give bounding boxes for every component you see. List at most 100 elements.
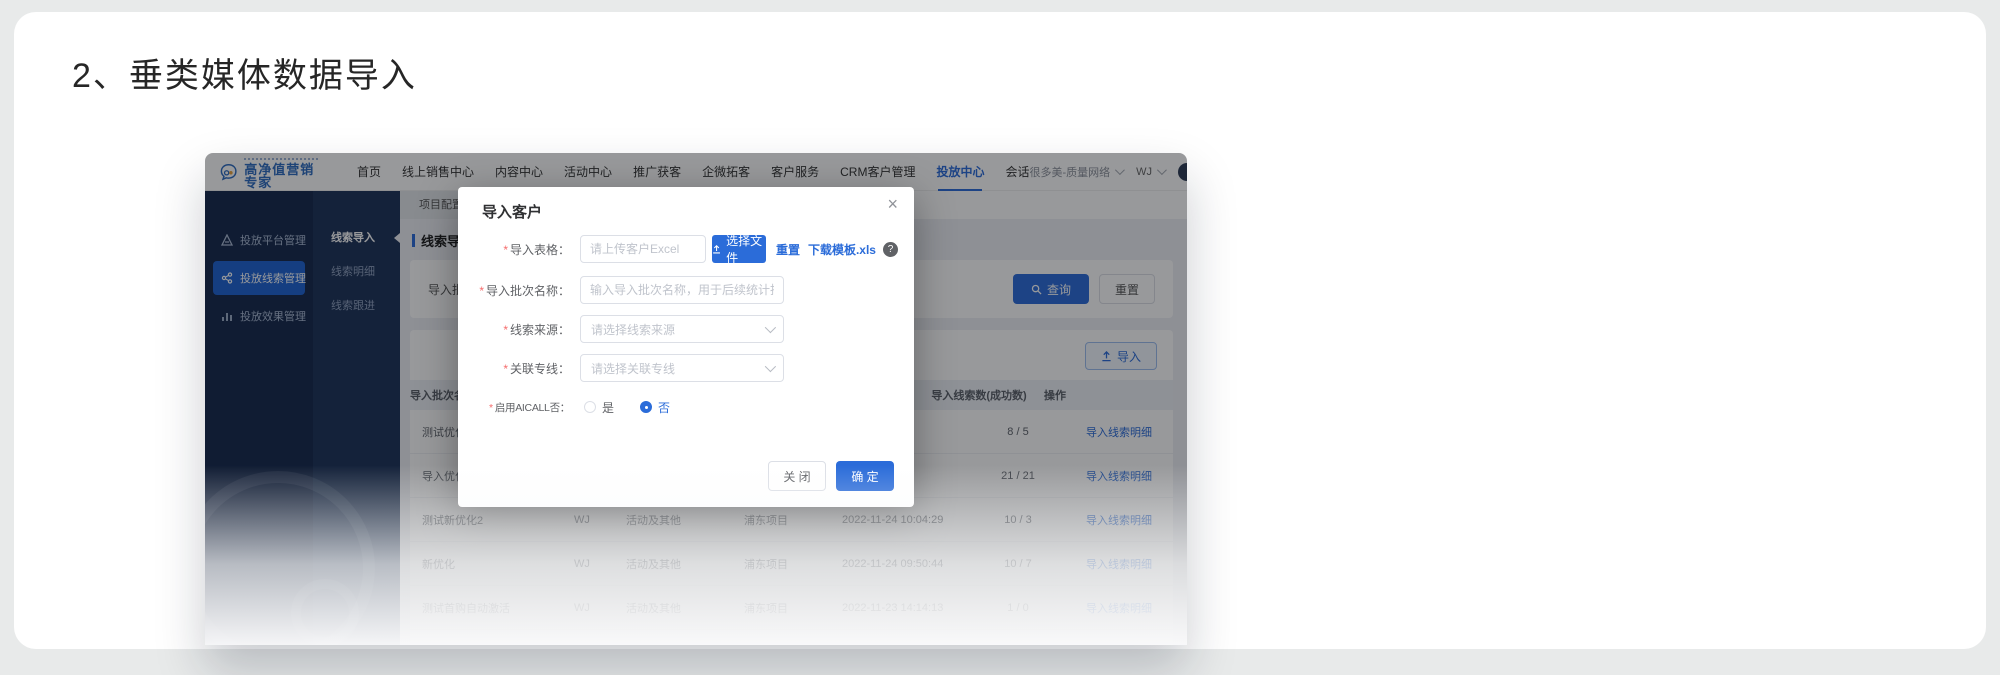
related-line-select[interactable]: 请选择关联专线 (580, 354, 784, 382)
cell-project: 浦东项目 (732, 644, 830, 646)
table-row: 新优化 WJ 活动及其他 浦东项目 2022-11-24 09:50:44 10… (410, 542, 1173, 586)
lead-detail-link[interactable]: 导入线索明细 (1086, 603, 1152, 615)
search-button[interactable]: 查询 (1013, 274, 1089, 304)
app-window: 高净值营销专家 首页 线上销售中心 内容中心 活动中心 推广获客 企微拓客 客户… (205, 153, 1187, 645)
aicall-radio-group: 是 否 (584, 399, 670, 416)
lead-detail-link[interactable]: 导入线索明细 (1086, 471, 1152, 483)
import-customer-modal: 导入客户 × *导入表格： 选择文件 重置 下载模板.xls ? *导入批次名称… (458, 187, 914, 507)
cell-count: 1 / 0 (970, 602, 1066, 614)
cell-importer: 谢飞 (550, 644, 614, 646)
field-label-excel: *导入表格： (478, 241, 570, 258)
chevron-down-icon (765, 322, 776, 333)
batch-name-input[interactable] (580, 276, 784, 304)
cell-batch-name: 测试首购自动激活 (410, 600, 550, 616)
import-button[interactable]: 导入 (1085, 342, 1157, 370)
lead-detail-link[interactable]: 导入线索明细 (1086, 559, 1152, 571)
nav-item[interactable]: CRM客户管理 (840, 163, 915, 180)
table-row: 测试首购自动激活 WJ 活动及其他 浦东项目 2022-11-23 14:14:… (410, 586, 1173, 630)
cell-source: 活动及其他 (614, 600, 732, 616)
submenu-item-follow[interactable]: 线索跟进 (313, 289, 400, 323)
chevron-down-icon (1115, 165, 1125, 175)
cell-count: 10 / 7 (970, 558, 1066, 570)
cell-time: 2022-11-24 10:04:29 (830, 514, 970, 526)
nav-item[interactable]: 会话 (1005, 163, 1029, 180)
logo-text: 高净值营销专家 (244, 163, 323, 189)
leads-icon (221, 272, 233, 284)
nav-item[interactable]: 客户服务 (771, 163, 819, 180)
chevron-down-icon (1157, 165, 1167, 175)
nav-item[interactable]: 企微拓客 (702, 163, 750, 180)
nav-item[interactable]: 首页 (357, 163, 381, 180)
nav-item[interactable]: 推广获客 (633, 163, 681, 180)
submenu-item-import[interactable]: 线索导入 (313, 221, 400, 255)
cell-time: 2022-11-23 14:14:13 (830, 602, 970, 614)
upload-icon (1101, 351, 1112, 362)
nav-menu: 首页 线上销售中心 内容中心 活动中心 推广获客 企微拓客 客户服务 CRM客户… (357, 163, 1029, 180)
table-row: 11223333 谢飞 天猫打回 浦东项目 2022-11-23 13:30:5… (410, 630, 1173, 645)
bar-chart-icon (221, 310, 233, 322)
reset-button[interactable]: 重置 (1099, 274, 1155, 304)
lead-detail-link[interactable]: 导入线索明细 (1086, 427, 1152, 439)
cell-project: 浦东项目 (732, 512, 830, 528)
cell-count: 8 / 5 (970, 426, 1066, 438)
field-label-batch: *导入批次名称： (478, 282, 570, 299)
cell-importer: WJ (550, 558, 614, 570)
field-label-line: *关联专线： (478, 360, 570, 377)
nav-item[interactable]: 内容中心 (495, 163, 543, 180)
cell-importer: WJ (550, 514, 614, 526)
nav-right: 很多美-质量网络 WJ (1029, 163, 1187, 181)
submenu: 线索导入 线索明细 线索跟进 (313, 191, 400, 645)
avatar[interactable] (1178, 163, 1187, 181)
page-title: 2、垂类媒体数据导入 (72, 48, 417, 97)
sidebar-item-leads[interactable]: 投放线索管理 (213, 261, 305, 295)
top-nav: 高净值营销专家 首页 线上销售中心 内容中心 活动中心 推广获客 企微拓客 客户… (205, 153, 1187, 191)
search-icon (1031, 284, 1042, 295)
download-template-link[interactable]: 下载模板.xls (808, 241, 876, 258)
chat-bubble-logo-icon (219, 160, 238, 184)
cell-count: 10 / 3 (970, 514, 1066, 526)
nav-item[interactable]: 投放中心 (936, 163, 984, 180)
radio-icon (584, 401, 596, 413)
sidebar-item-effect[interactable]: 投放效果管理 (213, 299, 305, 333)
sidebar-item-platform[interactable]: 投放平台管理 (213, 223, 305, 257)
excel-upload-input[interactable] (580, 235, 706, 263)
company-selector[interactable]: 很多美-质量网络 (1029, 164, 1122, 180)
cell-source: 天猫打回 (614, 644, 732, 646)
table-header-cell: 导入线索数(成功数) (926, 387, 1032, 403)
field-label-aicall: *启用AICALL否： (478, 400, 570, 415)
table-header-cell: 操作 (1032, 387, 1066, 403)
cell-batch-name: 测试新优化2 (410, 512, 550, 528)
submenu-item-detail[interactable]: 线索明细 (313, 255, 400, 289)
logo: 高净值营销专家 (219, 154, 323, 189)
modal-close-button[interactable]: 关 闭 (768, 461, 826, 491)
choose-file-button[interactable]: 选择文件 (712, 235, 766, 263)
chevron-down-icon (765, 361, 776, 372)
upload-icon (712, 244, 721, 255)
cell-project: 浦东项目 (732, 556, 830, 572)
aicall-yes-radio[interactable]: 是 (584, 399, 614, 416)
cell-source: 活动及其他 (614, 556, 732, 572)
modal-footer: 关 闭 确 定 (768, 461, 894, 491)
modal-confirm-button[interactable]: 确 定 (836, 461, 894, 491)
aicall-no-radio[interactable]: 否 (640, 399, 670, 416)
cell-source: 活动及其他 (614, 512, 732, 528)
platform-icon (221, 234, 233, 246)
modal-title: 导入客户 (482, 201, 542, 222)
cell-batch-name: 新优化 (410, 556, 550, 572)
nav-item[interactable]: 线上销售中心 (402, 163, 474, 180)
logo-tagline (244, 154, 318, 160)
nav-item[interactable]: 活动中心 (564, 163, 612, 180)
radio-checked-icon (640, 401, 652, 413)
cell-project: 浦东项目 (732, 600, 830, 616)
lead-detail-link[interactable]: 导入线索明细 (1086, 515, 1152, 527)
cell-time: 2022-11-24 09:50:44 (830, 558, 970, 570)
cell-count: 21 / 21 (970, 470, 1066, 482)
help-icon[interactable]: ? (883, 242, 898, 257)
lead-source-select[interactable]: 请选择线索来源 (580, 315, 784, 343)
user-menu[interactable]: WJ (1136, 166, 1164, 178)
file-reset-link[interactable]: 重置 (776, 241, 800, 258)
field-label-source: *线索来源： (478, 321, 570, 338)
section-accent-bar (412, 234, 415, 247)
sidebar: 投放平台管理 投放线索管理 投放效果管理 (205, 191, 313, 645)
close-icon[interactable]: × (887, 195, 898, 213)
